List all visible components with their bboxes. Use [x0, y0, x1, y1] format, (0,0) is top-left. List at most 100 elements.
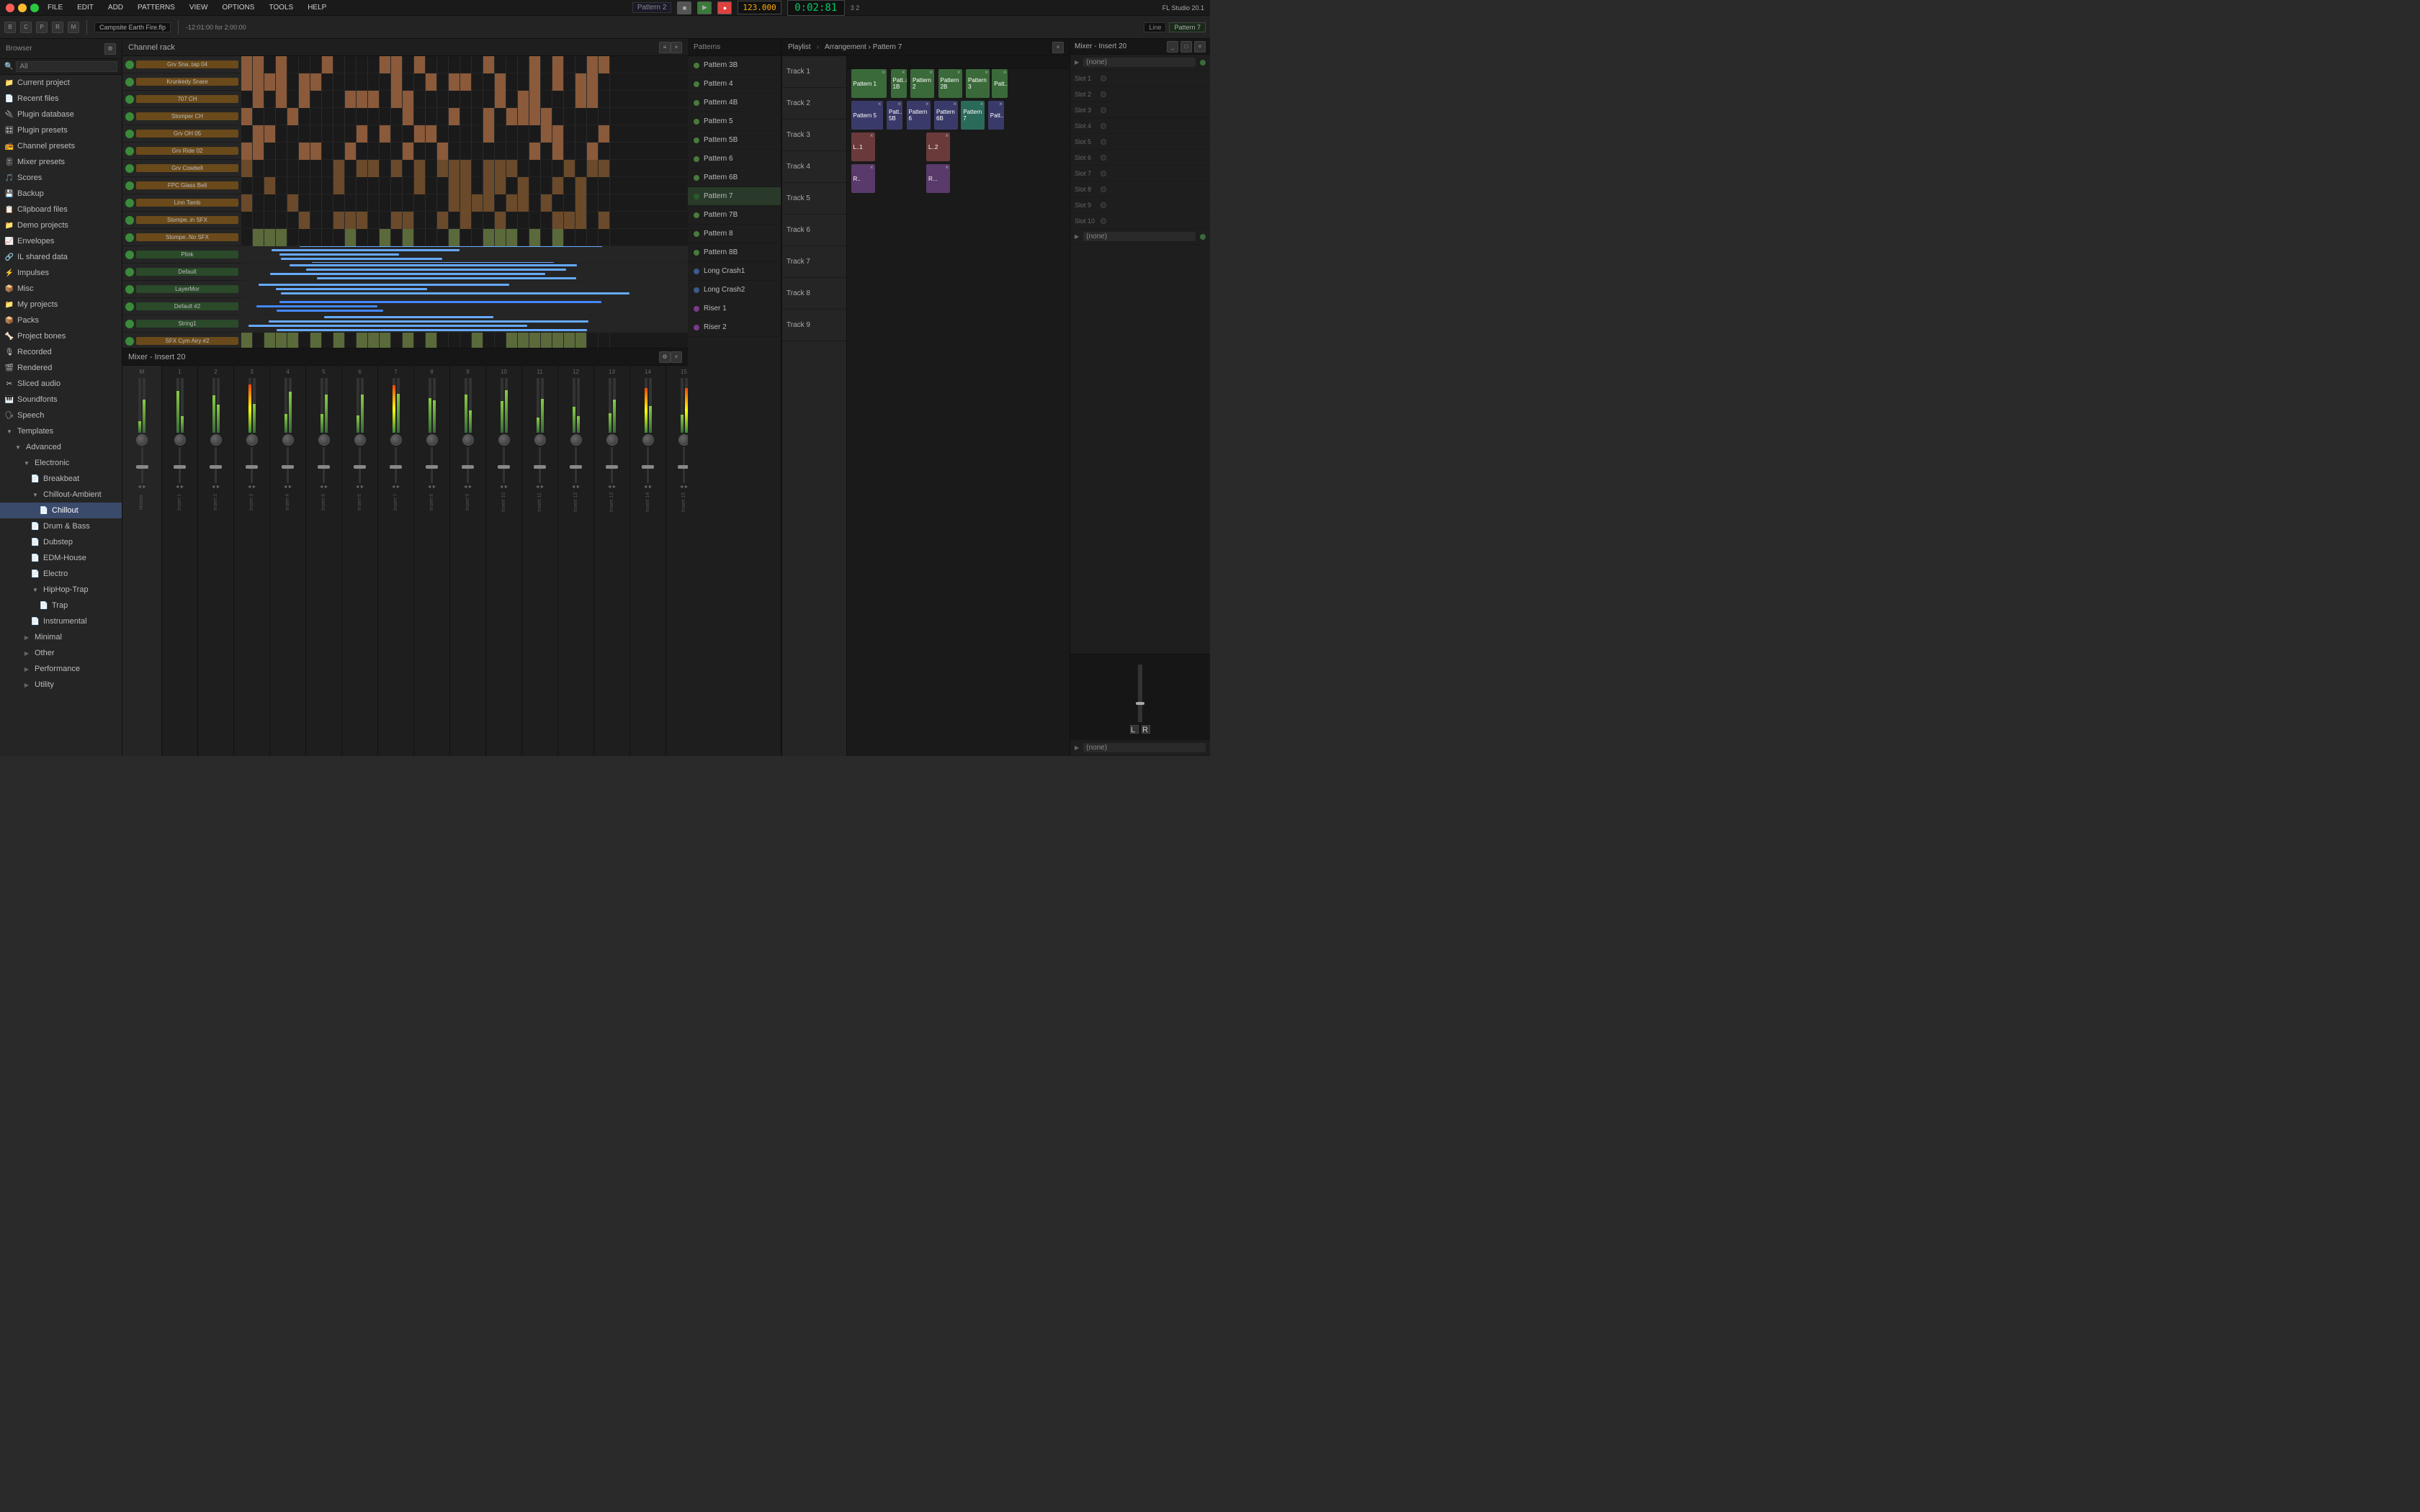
beat-cell[interactable] — [449, 143, 460, 160]
beat-cell[interactable] — [541, 229, 552, 246]
fader-handle[interactable] — [282, 465, 294, 469]
beat-cell[interactable] — [437, 125, 449, 143]
beat-cell[interactable] — [426, 194, 437, 212]
beat-cell[interactable] — [552, 108, 564, 125]
arrangement-block[interactable]: Patt..n 1B× — [891, 69, 907, 98]
beat-cell[interactable] — [449, 212, 460, 229]
mixer-track-15[interactable]: 15◄►Insert 15 — [666, 366, 688, 756]
sidebar-item-utility[interactable]: ▶Utility — [0, 677, 122, 693]
channel-name[interactable]: Stomper CH — [136, 112, 238, 120]
fader-handle[interactable] — [318, 465, 330, 469]
beat-cell[interactable] — [322, 73, 333, 91]
beat-cell[interactable] — [333, 229, 345, 246]
channel-active-btn[interactable] — [125, 112, 134, 121]
fader-handle[interactable] — [462, 465, 474, 469]
beat-cell[interactable] — [322, 91, 333, 108]
beat-cell[interactable] — [518, 229, 529, 246]
menu-patterns[interactable]: PATTERNS — [135, 2, 178, 13]
channel-active-btn[interactable] — [125, 147, 134, 156]
beat-cell[interactable] — [541, 160, 552, 177]
beat-cell[interactable] — [495, 194, 506, 212]
sidebar-item-dubstep[interactable]: 📄Dubstep — [0, 534, 122, 550]
fader-handle[interactable] — [570, 465, 582, 469]
beat-cell[interactable] — [391, 194, 403, 212]
beat-cell[interactable] — [529, 143, 541, 160]
beat-cell[interactable] — [426, 125, 437, 143]
beat-cell[interactable] — [241, 56, 253, 73]
beat-cell[interactable] — [333, 91, 345, 108]
beat-cell[interactable] — [403, 56, 414, 73]
close-button[interactable] — [6, 4, 14, 12]
beat-cell[interactable] — [472, 177, 483, 194]
beat-cell[interactable] — [264, 229, 276, 246]
beat-cell[interactable] — [391, 108, 403, 125]
beat-cell[interactable] — [276, 108, 287, 125]
beat-cell[interactable] — [357, 125, 368, 143]
beat-cell[interactable] — [380, 194, 391, 212]
beat-cell[interactable] — [529, 91, 541, 108]
beat-cell[interactable] — [599, 56, 610, 73]
beat-cell[interactable] — [403, 160, 414, 177]
beat-cell[interactable] — [529, 160, 541, 177]
pattern-list-item[interactable]: Long Crash1 — [688, 262, 781, 281]
sidebar-item-packs[interactable]: 📦Packs — [0, 312, 122, 328]
fader-handle[interactable] — [426, 465, 438, 469]
beat-cell[interactable] — [587, 56, 599, 73]
beat-cell[interactable] — [483, 143, 495, 160]
pan-knob[interactable] — [606, 434, 618, 446]
beat-cell[interactable] — [460, 160, 472, 177]
beat-cell[interactable] — [368, 143, 380, 160]
beat-cell[interactable] — [391, 73, 403, 91]
beat-cell[interactable] — [495, 125, 506, 143]
arrangement-block[interactable]: Pattern 3× — [966, 69, 990, 98]
beat-cell[interactable] — [472, 229, 483, 246]
sidebar-item-recent-files[interactable]: 📄Recent files — [0, 91, 122, 107]
fader-handle[interactable] — [678, 465, 688, 469]
fader-handle[interactable] — [136, 465, 148, 469]
insert-slot-2[interactable]: Slot 2 — [1070, 86, 1210, 102]
sidebar-item-hiphop-trap[interactable]: ▼HipHop-Trap — [0, 582, 122, 598]
beat-cell[interactable] — [483, 108, 495, 125]
beat-cell[interactable] — [345, 73, 357, 91]
beat-cell[interactable] — [575, 108, 587, 125]
pattern-list-item[interactable]: Riser 2 — [688, 318, 781, 337]
arrangement-block[interactable]: Pattern 6B× — [934, 101, 958, 130]
beat-cell[interactable] — [264, 125, 276, 143]
beat-cell[interactable] — [299, 73, 310, 91]
block-close-icon[interactable]: × — [870, 132, 874, 139]
beat-cell[interactable] — [529, 125, 541, 143]
beat-cell[interactable] — [380, 160, 391, 177]
arrangement-block[interactable]: L..1× — [851, 132, 875, 161]
beat-cell[interactable] — [264, 177, 276, 194]
beat-cell[interactable] — [299, 212, 310, 229]
slot-dot[interactable] — [1101, 155, 1106, 161]
beat-cell[interactable] — [241, 160, 253, 177]
pattern-list-item[interactable]: Pattern 7B — [688, 206, 781, 225]
block-close-icon[interactable]: × — [929, 69, 933, 76]
channel-rack-close[interactable]: × — [671, 42, 682, 53]
mixer-track-5[interactable]: 5◄►Insert 5 — [306, 366, 342, 756]
beat-cell[interactable] — [599, 143, 610, 160]
pattern-selector[interactable]: Pattern 2 — [632, 2, 672, 13]
beat-cell[interactable] — [253, 125, 264, 143]
arrangement-block[interactable]: Pattern 2B× — [938, 69, 962, 98]
channel-name[interactable]: Krunkedy Snare — [136, 78, 238, 86]
beat-cell[interactable] — [552, 125, 564, 143]
beat-cell[interactable] — [241, 212, 253, 229]
beat-cell[interactable] — [437, 177, 449, 194]
beat-cell[interactable] — [253, 73, 264, 91]
beat-cell[interactable] — [368, 212, 380, 229]
beat-cell[interactable] — [276, 212, 287, 229]
beat-cell[interactable] — [529, 56, 541, 73]
beat-cell[interactable] — [345, 91, 357, 108]
beat-cell[interactable] — [472, 91, 483, 108]
mixer-track-7[interactable]: 7◄►Insert 7 — [378, 366, 414, 756]
sidebar-item-advanced[interactable]: ▼Advanced — [0, 439, 122, 455]
sidebar-item-templates[interactable]: ▼Templates — [0, 423, 122, 439]
insert-routing-dot[interactable] — [1200, 60, 1206, 66]
browser-toggle[interactable]: B — [4, 22, 16, 33]
beat-cell[interactable] — [564, 125, 575, 143]
sidebar-item-scores[interactable]: 🎵Scores — [0, 170, 122, 186]
fader-handle[interactable] — [498, 465, 510, 469]
beat-cell[interactable] — [472, 212, 483, 229]
